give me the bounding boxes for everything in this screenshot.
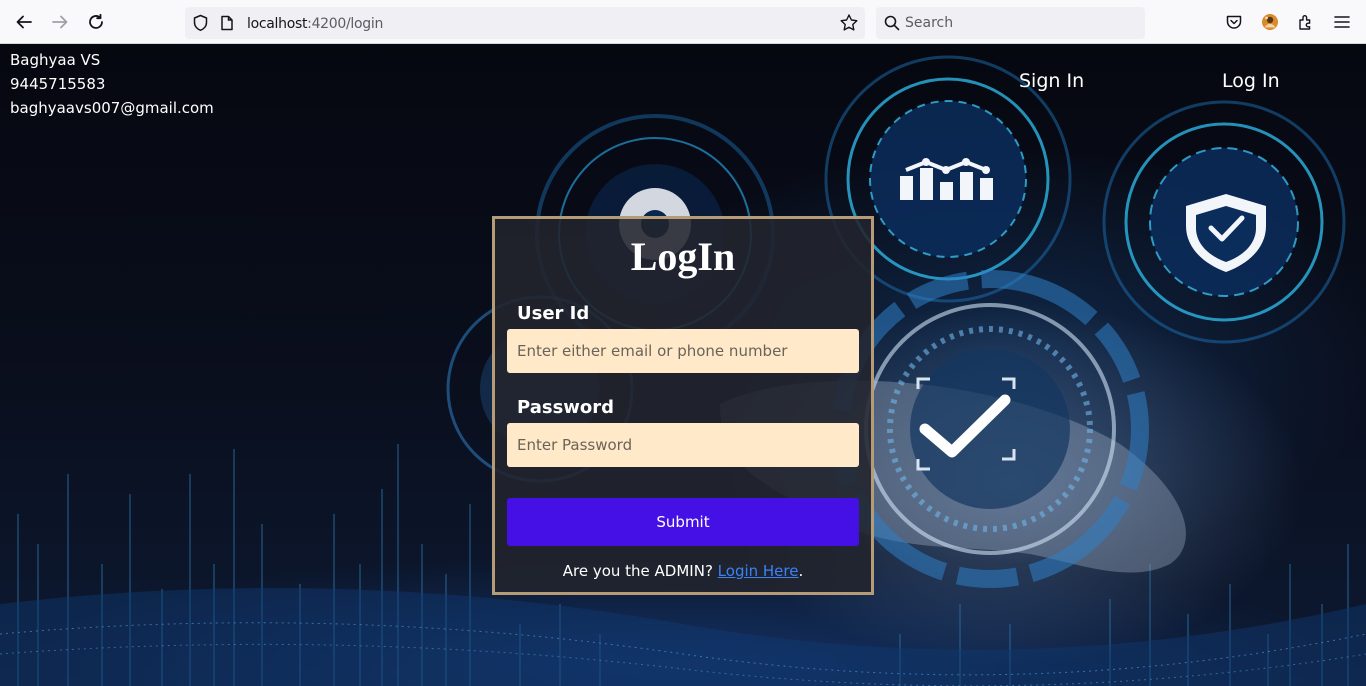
- log-in-link[interactable]: Log In: [1222, 70, 1280, 92]
- contact-info: Baghyaa VS 9445715583 baghyaavs007@gmail…: [10, 48, 214, 120]
- password-label: Password: [517, 397, 615, 418]
- forward-icon[interactable]: [49, 11, 71, 33]
- url-bar[interactable]: localhost:4200/login: [185, 7, 865, 39]
- pocket-icon[interactable]: [1224, 12, 1244, 32]
- admin-login-line: Are you the ADMIN? Login Here.: [495, 562, 871, 580]
- contact-phone: 9445715583: [10, 75, 106, 93]
- contact-email: baghyaavs007@gmail.com: [10, 99, 214, 117]
- user-id-label: User Id: [517, 303, 590, 324]
- profile-avatar-icon[interactable]: [1260, 12, 1280, 32]
- password-input[interactable]: [507, 423, 859, 467]
- login-title: LogIn: [630, 234, 736, 279]
- shield-icon[interactable]: [192, 14, 209, 37]
- url-text[interactable]: localhost:4200/login: [247, 16, 383, 32]
- admin-suffix: .: [798, 562, 804, 580]
- search-icon: [884, 15, 900, 36]
- admin-prompt: Are you the ADMIN?: [562, 562, 718, 580]
- user-id-input[interactable]: [507, 329, 859, 373]
- extensions-icon[interactable]: [1296, 12, 1316, 32]
- page-info-icon[interactable]: [220, 15, 234, 36]
- bookmark-star-icon[interactable]: [839, 13, 859, 38]
- menu-icon[interactable]: [1332, 12, 1352, 32]
- browser-toolbar: localhost:4200/login: [0, 0, 1366, 44]
- url-path: :4200/login: [307, 16, 384, 32]
- admin-login-link[interactable]: Login Here: [718, 562, 799, 580]
- back-icon[interactable]: [13, 11, 35, 33]
- sign-in-link[interactable]: Sign In: [1019, 70, 1084, 92]
- login-card: LogIn User Id Password Submit Are you th…: [492, 216, 874, 595]
- url-host: localhost: [247, 16, 308, 32]
- browser-search-input[interactable]: [905, 13, 1135, 33]
- page-background: Baghyaa VS 9445715583 baghyaavs007@gmail…: [0, 44, 1366, 686]
- reload-icon[interactable]: [85, 11, 107, 33]
- submit-button[interactable]: Submit: [507, 498, 859, 546]
- browser-search-bar[interactable]: [876, 7, 1145, 39]
- contact-name: Baghyaa VS: [10, 51, 101, 69]
